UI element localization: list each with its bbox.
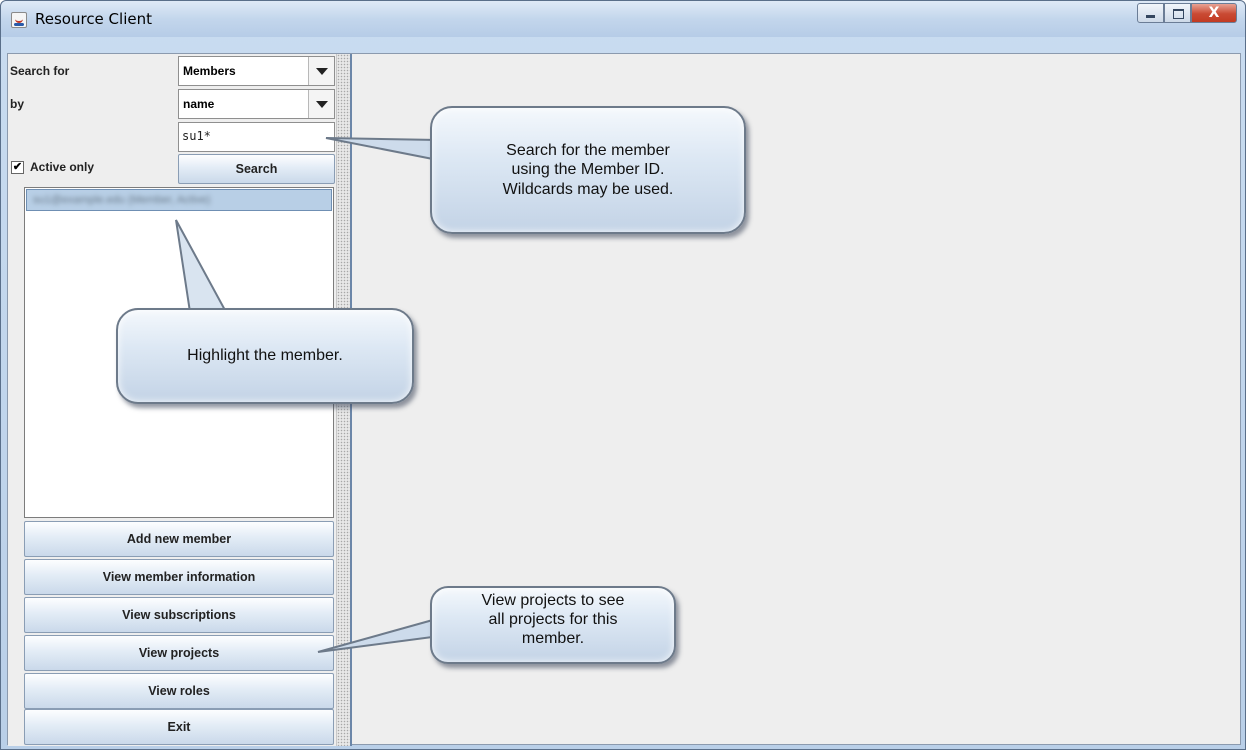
list-item[interactable]: su1@example.edu (Member, Active) bbox=[26, 189, 332, 211]
active-only-checkbox[interactable]: ✔ Active only bbox=[11, 160, 94, 174]
view-roles-button[interactable]: View roles bbox=[24, 673, 334, 709]
search-tip-callout: Search for the member using the Member I… bbox=[430, 106, 746, 234]
window-title: Resource Client bbox=[35, 10, 152, 28]
projects-tip-callout: View projects to see all projects for th… bbox=[430, 586, 676, 664]
highlight-tip-callout: Highlight the member. bbox=[116, 308, 414, 404]
exit-button[interactable]: Exit bbox=[24, 709, 334, 745]
java-icon bbox=[11, 12, 27, 28]
title-bar[interactable]: Resource Client X bbox=[1, 1, 1245, 37]
chevron-down-icon[interactable] bbox=[308, 90, 334, 118]
search-for-value: Members bbox=[183, 64, 236, 78]
checkmark-icon[interactable]: ✔ bbox=[11, 160, 24, 174]
highlight-tip-text: Highlight the member. bbox=[187, 347, 343, 365]
close-button[interactable]: X bbox=[1191, 3, 1237, 23]
by-label: by bbox=[10, 97, 25, 111]
projects-tip-text: View projects to see all projects for th… bbox=[481, 592, 625, 648]
query-input[interactable]: su1* bbox=[178, 122, 335, 152]
view-member-information-button[interactable]: View member information bbox=[24, 559, 334, 595]
active-only-label: Active only bbox=[30, 160, 95, 174]
search-tip-text: Search for the member using the Member I… bbox=[502, 142, 674, 198]
search-for-select[interactable]: Members bbox=[178, 56, 335, 86]
maximize-button[interactable] bbox=[1164, 3, 1191, 23]
add-new-member-button[interactable]: Add new member bbox=[24, 521, 334, 557]
search-button[interactable]: Search bbox=[178, 154, 335, 184]
by-select[interactable]: name bbox=[178, 89, 335, 119]
list-item-label: su1@example.edu (Member, Active) bbox=[33, 194, 211, 206]
by-value: name bbox=[183, 97, 215, 111]
view-projects-button[interactable]: View projects bbox=[24, 635, 334, 671]
chevron-down-icon[interactable] bbox=[308, 57, 334, 85]
minimize-button[interactable] bbox=[1137, 3, 1164, 23]
view-subscriptions-button[interactable]: View subscriptions bbox=[24, 597, 334, 633]
window-controls: X bbox=[1137, 3, 1237, 25]
search-for-label: Search for bbox=[10, 64, 70, 78]
